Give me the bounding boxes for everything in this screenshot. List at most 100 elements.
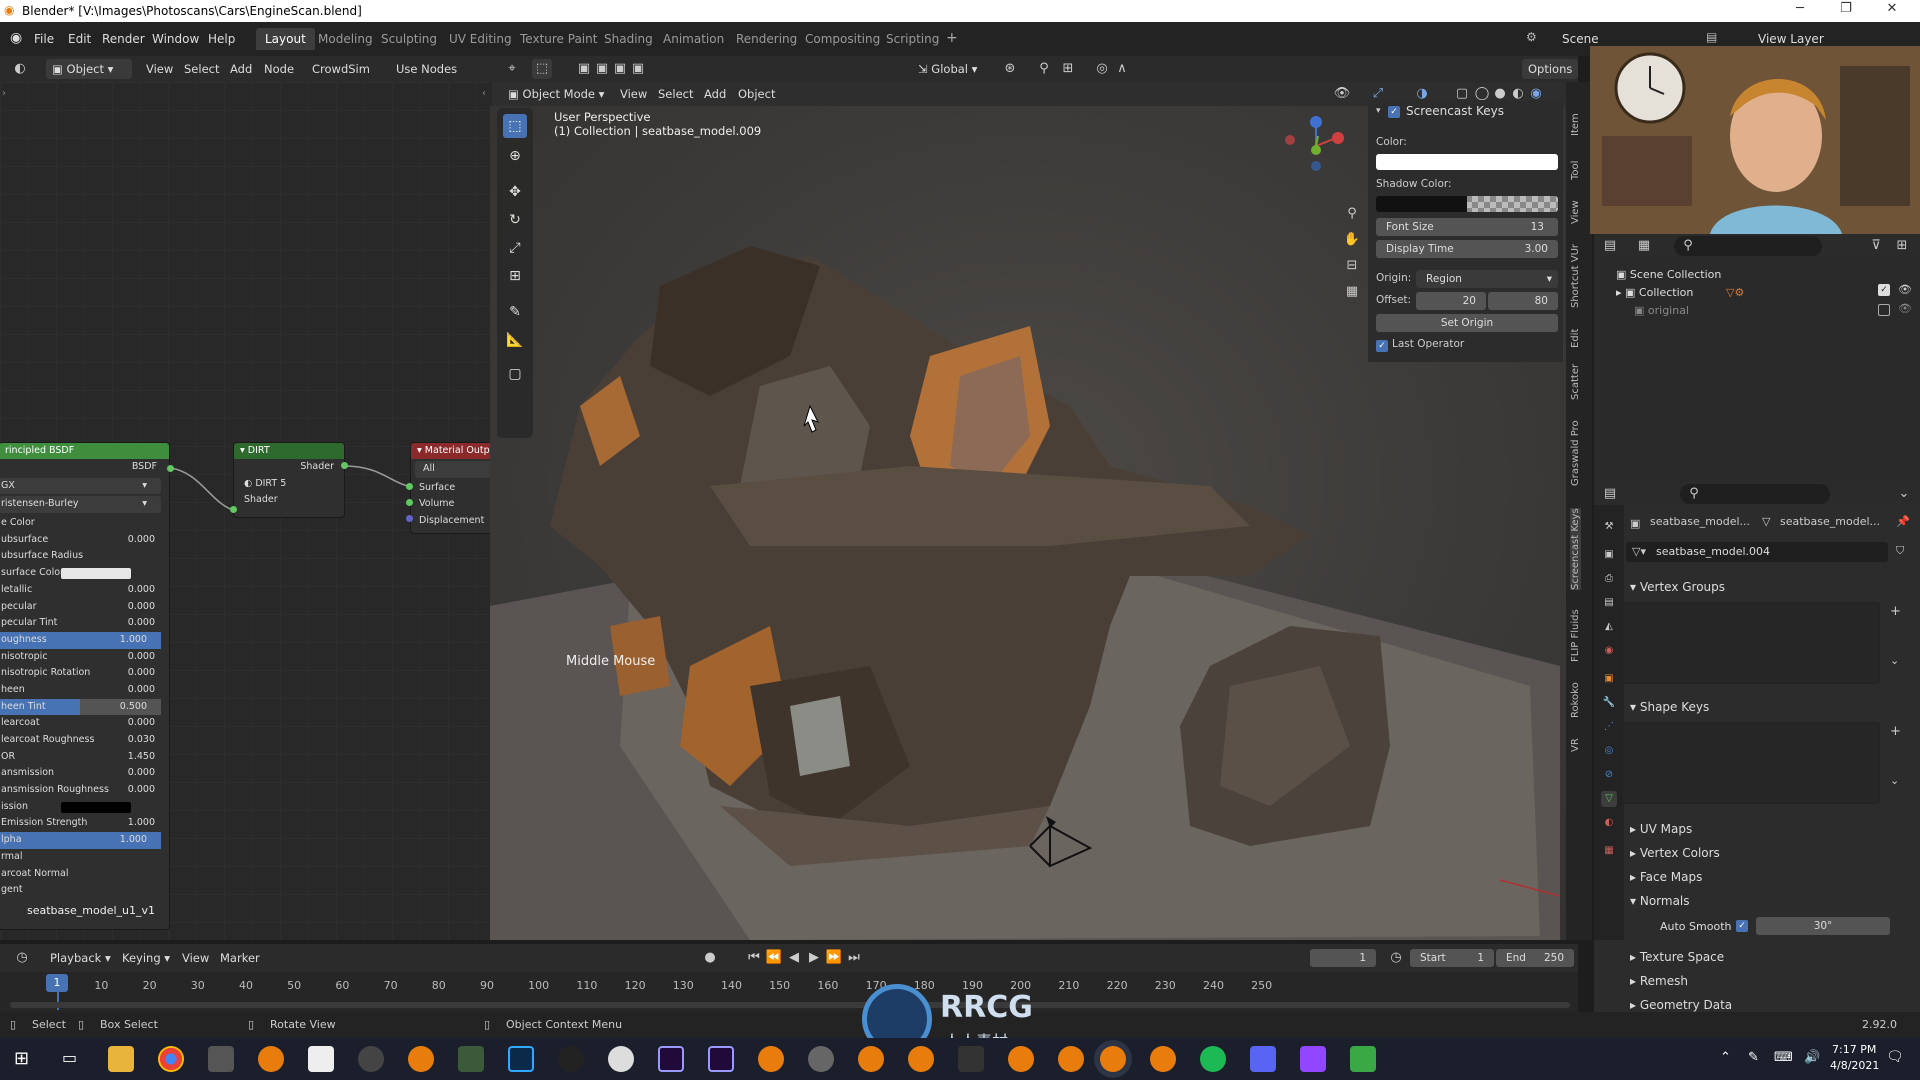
- sidebar-tab-screencast-keys[interactable]: Screencast Keys: [1570, 508, 1581, 590]
- vertex-group-menu-icon[interactable]: ⌄: [1890, 654, 1899, 667]
- workspace-tab-animation[interactable]: Animation: [654, 28, 733, 50]
- bsdf-input-row[interactable]: heen 0.000: [0, 682, 169, 699]
- sidebar-tab-view[interactable]: View: [1570, 200, 1581, 224]
- gizmo-z-icon[interactable]: [1310, 116, 1322, 128]
- menu-render[interactable]: Render: [96, 28, 151, 50]
- set-origin-button[interactable]: Set Origin: [1376, 314, 1558, 332]
- clock-time[interactable]: 7:17 PM: [1832, 1043, 1876, 1056]
- mesh-datablock-field[interactable]: ▽▾ seatbase_model.004: [1626, 542, 1888, 562]
- display-mode-icon[interactable]: ▦: [1634, 236, 1654, 256]
- offset-y-field[interactable]: 80: [1488, 292, 1558, 310]
- face-maps-section[interactable]: ▸ Face Maps: [1630, 870, 1702, 884]
- bsdf-input-row[interactable]: nisotropic Rotation 0.000: [0, 665, 169, 682]
- tool-tab-icon[interactable]: ⚒: [1601, 519, 1617, 535]
- node-menu-add[interactable]: Add: [224, 59, 258, 79]
- blender-menu-icon[interactable]: ◉: [10, 30, 22, 46]
- sidebar-tab-edit[interactable]: Edit: [1570, 329, 1581, 348]
- minimize-icon[interactable]: ─: [1780, 1, 1820, 16]
- blender-icon-4[interactable]: [858, 1046, 884, 1072]
- output-tab-icon[interactable]: ⎙: [1601, 571, 1617, 587]
- bsdf-input-row[interactable]: ubsurface Radius: [0, 548, 169, 565]
- menu-file[interactable]: File: [28, 28, 60, 50]
- menu-window[interactable]: Window: [146, 28, 205, 50]
- sidebar-tab-tool[interactable]: Tool: [1570, 161, 1581, 180]
- exclude-checkbox[interactable]: ✓: [1878, 284, 1890, 296]
- pin-icon[interactable]: 📌: [1896, 515, 1910, 528]
- mesh-browse-icon[interactable]: ▽▾: [1632, 545, 1646, 558]
- rotate-tool-icon[interactable]: ↻: [503, 208, 527, 232]
- snap-icon[interactable]: ⚲: [1034, 59, 1054, 79]
- preview-range-icon[interactable]: ◷: [1386, 948, 1406, 968]
- screencast-enable-checkbox[interactable]: ✓: [1388, 106, 1400, 118]
- bsdf-input-row[interactable]: ansmission 0.000: [0, 765, 169, 782]
- socket-dirt-in[interactable]: [230, 506, 237, 513]
- viewport-menu-object[interactable]: Object: [732, 84, 781, 104]
- camera-view-icon[interactable]: ⊟: [1342, 256, 1362, 276]
- font-size-field[interactable]: Font Size 13: [1376, 218, 1558, 236]
- zoom-icon[interactable]: ⚲: [1342, 204, 1362, 224]
- snap-target-icon[interactable]: ⊞: [1058, 59, 1078, 79]
- clock-date[interactable]: 4/8/2021: [1830, 1059, 1879, 1072]
- properties-editor-icon[interactable]: ▤: [1600, 484, 1620, 504]
- last-operator-checkbox[interactable]: ✓: [1376, 340, 1388, 352]
- blender-icon-5[interactable]: [908, 1046, 934, 1072]
- windows-start-icon[interactable]: ⊞: [14, 1048, 29, 1069]
- bsdf-input-row[interactable]: ission: [0, 799, 169, 816]
- annotate-tool-icon[interactable]: ✎: [503, 300, 527, 324]
- keyboard-icon[interactable]: ⌨: [1774, 1050, 1793, 1065]
- mesh-data-tab-icon[interactable]: ▽: [1601, 791, 1617, 807]
- scale-tool-icon[interactable]: ⤢: [503, 236, 527, 260]
- blender-icon-6[interactable]: [1008, 1046, 1034, 1072]
- workspace-tab-layout[interactable]: Layout: [256, 28, 315, 50]
- blender-icon-1[interactable]: [258, 1046, 284, 1072]
- emission-color-swatch[interactable]: [61, 801, 131, 813]
- sidebar-tab-vr[interactable]: VR: [1570, 738, 1581, 752]
- end-frame-field[interactable]: End 250: [1496, 949, 1574, 967]
- fake-user-shield-icon[interactable]: ⛉: [1896, 544, 1904, 558]
- target-dropdown[interactable]: All: [415, 461, 491, 478]
- dirt-group-node[interactable]: ▾ DIRT Shader ◐ DIRT 5 Shader: [233, 442, 345, 518]
- workspace-tab-texture-paint[interactable]: Texture Paint: [511, 28, 606, 50]
- select-box-tool-icon[interactable]: ⬚: [503, 114, 527, 138]
- start-frame-field[interactable]: Start 1: [1410, 949, 1494, 967]
- world-tab-icon[interactable]: ◉: [1601, 643, 1617, 659]
- scene-collection-label[interactable]: Scene Collection: [1630, 268, 1721, 281]
- texture-tab-icon[interactable]: ▦: [1601, 843, 1617, 859]
- socket-surface-in[interactable]: [406, 483, 413, 490]
- close-icon[interactable]: ✕: [1872, 1, 1912, 16]
- bsdf-input-row[interactable]: pecular 0.000: [0, 599, 169, 616]
- gizmo-y-icon[interactable]: [1311, 145, 1321, 155]
- node-editor-canvas[interactable]: › ‹ rincipled BSDF BSDF GX ▾ ristensen-Bu…: [0, 82, 496, 940]
- physics-tab-icon[interactable]: ◎: [1601, 743, 1617, 759]
- playhead[interactable]: 1: [46, 974, 68, 992]
- viewport-editor-type-icon[interactable]: ⌖: [502, 59, 522, 79]
- select-box-new-icon[interactable]: ▣: [574, 59, 594, 79]
- subsurface-color-swatch[interactable]: [61, 568, 131, 580]
- material-output-node[interactable]: ▾ Material Outpu All Surface Volume Disp…: [410, 442, 496, 534]
- new-collection-icon[interactable]: ⊞: [1892, 236, 1912, 256]
- current-frame-field[interactable]: 1: [1310, 949, 1376, 967]
- add-workspace-icon[interactable]: +: [946, 30, 958, 46]
- app-icon-2[interactable]: [358, 1046, 384, 1072]
- exclude-checkbox-original[interactable]: [1878, 304, 1890, 316]
- subsurface-method-dropdown[interactable]: ristensen-Burley ▾: [0, 496, 161, 514]
- bsdf-input-row[interactable]: surface Color: [0, 565, 169, 582]
- discord-icon[interactable]: [1250, 1046, 1276, 1072]
- prev-keyframe-icon[interactable]: ⏪: [764, 948, 784, 968]
- visibility-icon[interactable]: 👁: [1332, 84, 1352, 104]
- color-swatch[interactable]: [1376, 154, 1558, 170]
- volume-icon[interactable]: 🔊: [1804, 1050, 1820, 1065]
- expand-icon[interactable]: ▸: [1616, 286, 1625, 299]
- add-cube-tool-icon[interactable]: ▢: [503, 362, 527, 386]
- blender-icon-7[interactable]: [1058, 1046, 1084, 1072]
- transform-tool-icon[interactable]: ⊞: [503, 264, 527, 288]
- texture-space-section[interactable]: ▸ Texture Space: [1630, 950, 1724, 964]
- socket-dirt-out[interactable]: [341, 462, 348, 469]
- offset-x-field[interactable]: 20: [1416, 292, 1486, 310]
- bsdf-input-row[interactable]: nisotropic 0.000: [0, 649, 169, 666]
- viewport-menu-view[interactable]: View: [614, 84, 653, 104]
- blender-icon-3[interactable]: [758, 1046, 784, 1072]
- restore-icon[interactable]: ❐: [1826, 1, 1866, 16]
- notepad-icon[interactable]: [308, 1046, 334, 1072]
- workspace-tab-modeling[interactable]: Modeling: [309, 28, 382, 50]
